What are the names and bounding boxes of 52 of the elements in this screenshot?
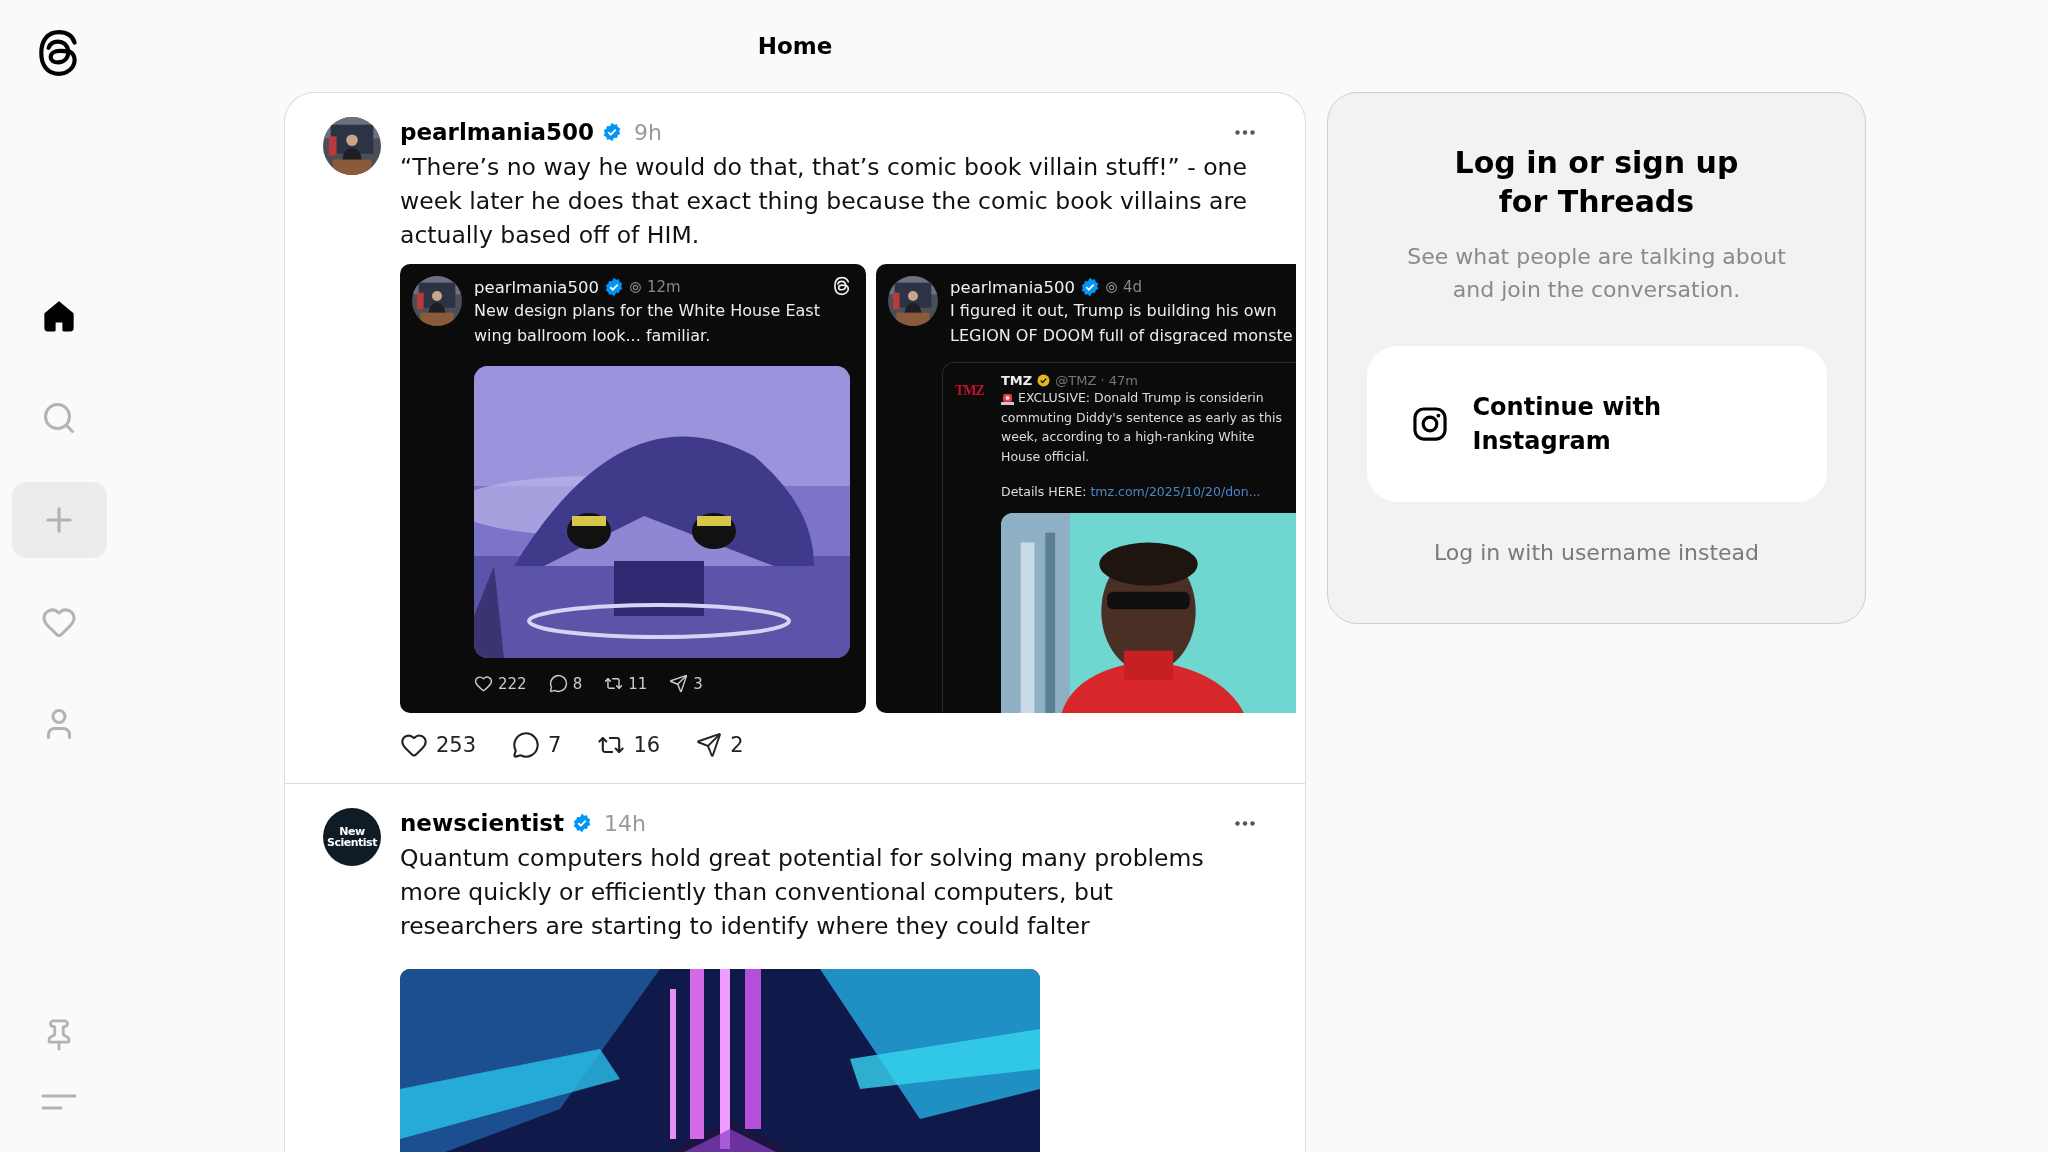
send-icon	[669, 674, 689, 693]
stat-count: 3	[693, 674, 703, 693]
embedded-text-line: New design plans for the White House East	[474, 300, 821, 322]
embedded-time: 12m	[646, 278, 681, 296]
username[interactable]: newscientist	[400, 810, 564, 836]
quoted-text-line: commuting Diddy's sentence as early as this	[1001, 408, 1282, 427]
quoted-text-line: week, according to a high-ranking White	[1001, 428, 1255, 446]
repost-button[interactable]: 16	[597, 731, 661, 759]
username-login-link[interactable]: Log in with username instead	[1433, 540, 1760, 565]
more-icon	[1235, 129, 1255, 135]
speech-bubble-icon	[548, 674, 568, 693]
stat-count: 222	[498, 674, 527, 693]
embedded-text-line: I figured it out, Trump is building his own	[950, 300, 1278, 322]
quoted-handle: @TMZ · 47m	[1055, 373, 1138, 388]
quoted-text-line: EXCLUSIVE: Donald Trump is considerin	[1018, 389, 1264, 407]
heart-icon	[474, 674, 493, 693]
menu-icon[interactable]	[41, 1092, 77, 1112]
avatar-logo[interactable]: New Scientist	[323, 808, 381, 866]
home-icon	[41, 298, 77, 334]
panel-subtitle: See what people are talking about and join the conversation.	[1407, 243, 1786, 304]
search-icon	[41, 400, 77, 436]
send-icon	[696, 732, 723, 758]
tmz-logo: TMZ	[955, 383, 985, 400]
reply-button[interactable]: 7	[512, 731, 562, 759]
embedded-time: 4d	[1122, 278, 1142, 296]
speech-bubble-icon	[512, 731, 541, 759]
embedded-username: pearlmania500	[474, 277, 599, 297]
stat-count: 8	[572, 674, 583, 693]
page-title: Home	[757, 33, 833, 59]
article-link[interactable]: tmz.com/2025/10/20/don...	[1090, 484, 1261, 499]
post-time: 9h	[634, 119, 663, 145]
embedded-text-line: wing ballroom look... familiar.	[474, 325, 712, 347]
share-button[interactable]: 2	[696, 731, 744, 759]
instagram-icon	[1410, 405, 1449, 443]
post-time: 14h	[603, 810, 646, 836]
details-text: Details HERE: tmz.com/2025/10/20/don...	[1001, 484, 1262, 499]
quoted-name: TMZ	[1001, 373, 1033, 388]
more-options-button[interactable]	[1235, 820, 1255, 826]
post-text: Quantum computers hold great potential for solving many problems more quickly or efficiently than conventional computers, but researchers are starting to identify where they could falter	[400, 843, 1205, 942]
embedded-username: pearlmania500	[950, 277, 1075, 297]
quoted-text-line: House official.	[1001, 447, 1090, 466]
stat-count: 11	[628, 674, 648, 693]
more-options-button[interactable]	[1235, 129, 1255, 135]
panel-title: Log in or sign up for Threads	[1454, 144, 1739, 221]
more-icon	[1235, 820, 1255, 826]
embedded-text-line: LEGION OF DOOM full of disgraced monste	[950, 325, 1294, 347]
threads-logo-icon[interactable]	[832, 276, 852, 296]
post-text: “There’s no way he would do that, that’s comic book villain stuff!” - one week later he does that exact thing because the comic book villains are actually based off of HIM.	[400, 152, 1248, 251]
like-button[interactable]: 253	[400, 731, 477, 759]
continue-with-instagram-button[interactable]: Continue with Instagram	[1366, 346, 1827, 502]
username[interactable]: pearlmania500	[400, 119, 595, 145]
verified-badge-icon	[1037, 374, 1051, 387]
